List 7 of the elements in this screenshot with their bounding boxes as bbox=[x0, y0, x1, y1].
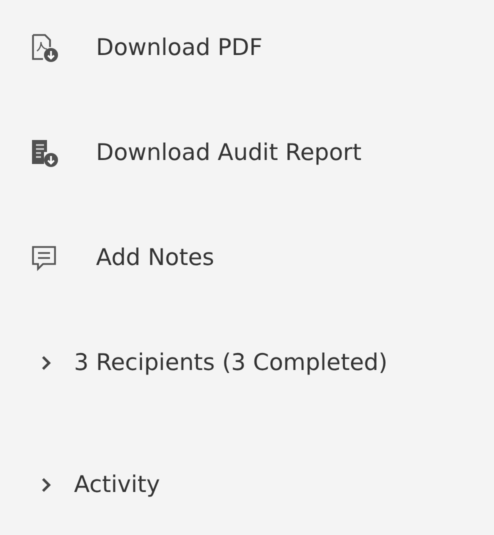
section-toggle[interactable]: 3 Recipients (3 Completed) bbox=[40, 345, 388, 381]
action-item[interactable]: Download Audit Report bbox=[30, 135, 362, 171]
action-item[interactable]: Add Notes bbox=[30, 240, 214, 276]
report-download-icon bbox=[30, 138, 60, 168]
section-toggle[interactable]: Activity bbox=[40, 467, 160, 503]
action-item[interactable]: Download PDF bbox=[30, 30, 262, 66]
file-download-icon bbox=[30, 33, 60, 63]
